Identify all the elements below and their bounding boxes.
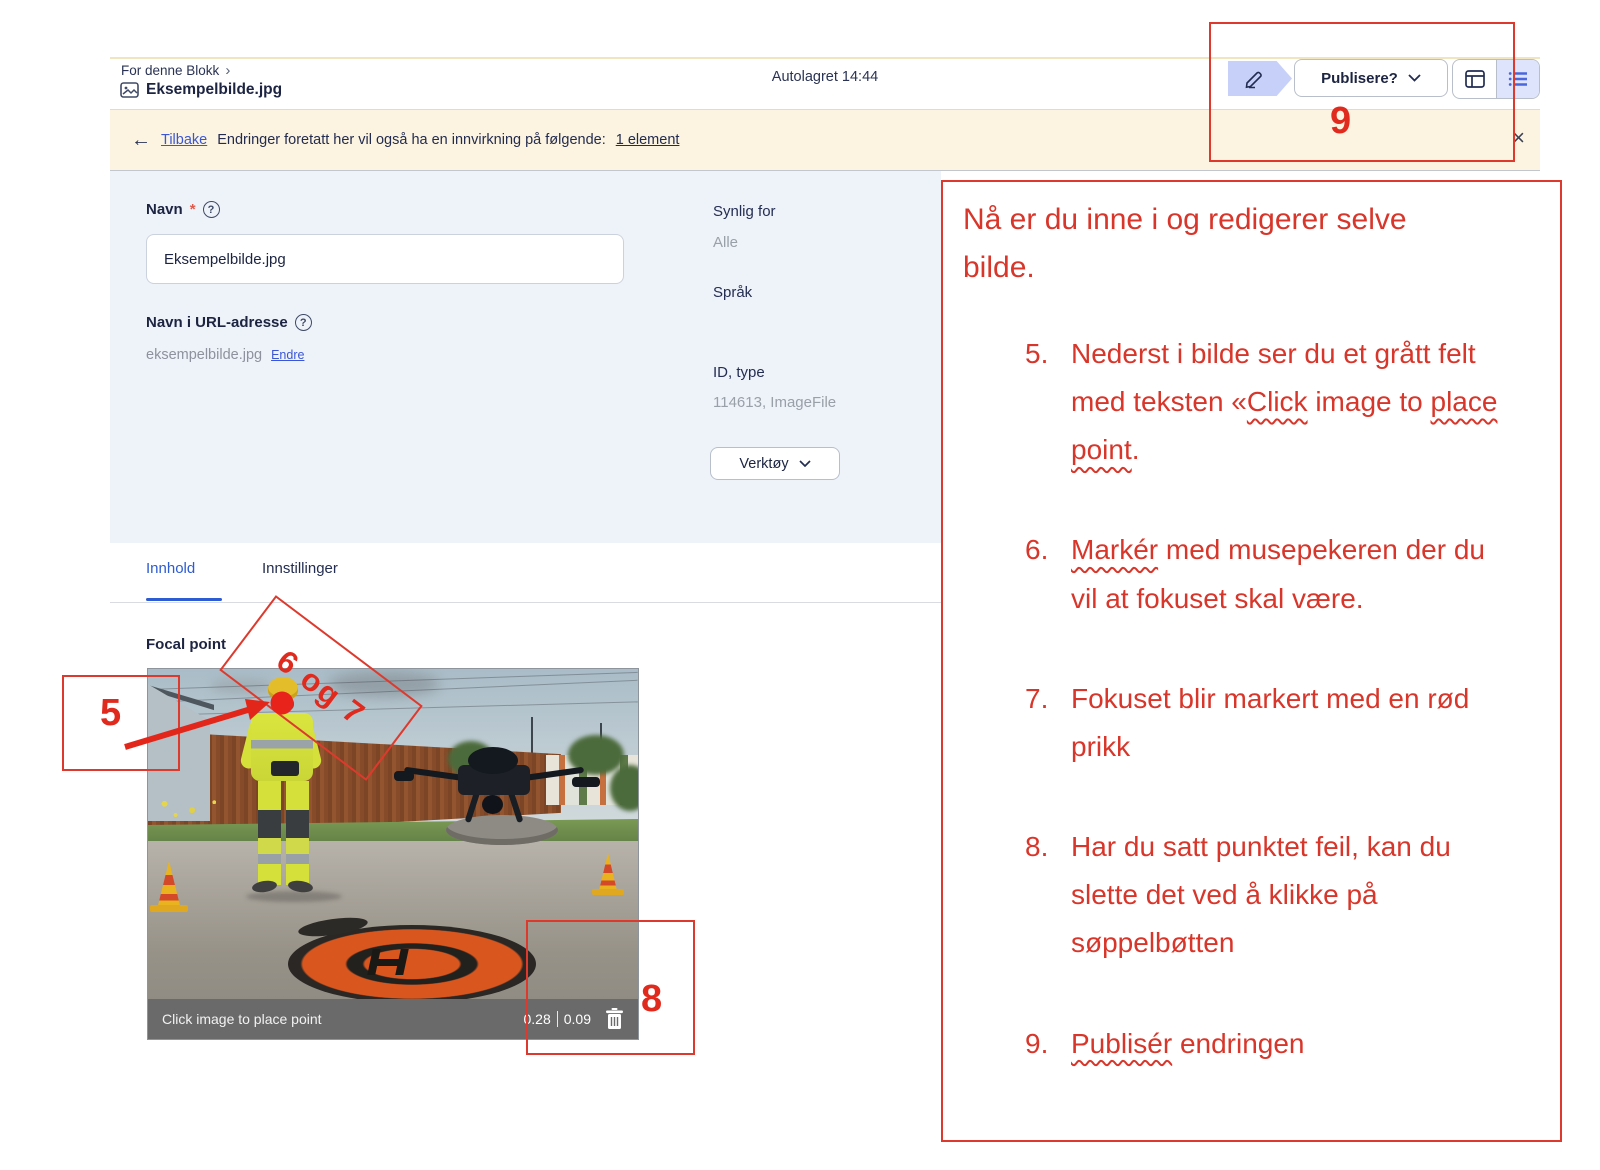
photo-flowers — [148, 791, 240, 823]
name-label: Navn — [146, 201, 183, 218]
back-link[interactable]: Tilbake — [161, 132, 207, 148]
visible-for-label: Synlig for — [713, 203, 776, 220]
annotation-number-9: 9 — [1330, 100, 1351, 143]
instruction-item: 7.Fokuset blir markert med en rød prikk — [963, 675, 1536, 771]
annotation-number-6-7: 6 og 7 — [270, 643, 373, 733]
drone-rotor — [394, 771, 414, 781]
instruction-item: 8.Har du satt punktet feil, kan du slett… — [963, 823, 1536, 967]
cone-base — [592, 889, 624, 895]
url-label-row: Navn i URL-adresse ? — [146, 314, 312, 331]
instruction-panel: Nå er du inne i og redigerer selve bilde… — [941, 180, 1562, 1142]
tab-settings[interactable]: Innstillinger — [262, 560, 338, 577]
instruction-list: 5.Nederst i bilde ser du et grått felt m… — [963, 330, 1536, 1068]
drone-gimbal — [482, 795, 503, 814]
language-label: Språk — [713, 284, 752, 301]
id-type-label: ID, type — [713, 364, 765, 381]
id-type-value: 114613, ImageFile — [713, 394, 836, 411]
tabs-divider — [110, 602, 941, 603]
help-icon[interactable]: ? — [295, 314, 312, 331]
name-input[interactable] — [146, 234, 624, 284]
person-leg — [258, 781, 281, 885]
drone-rotor — [572, 777, 600, 787]
notification-message: Endringer foretatt her vil også ha en in… — [217, 132, 606, 148]
drone-dome — [468, 747, 518, 774]
affected-elements-link[interactable]: 1 element — [616, 132, 680, 148]
person-leg — [286, 781, 309, 885]
name-label-row: Navn * ? — [146, 201, 220, 218]
required-mark: * — [190, 201, 196, 218]
url-value: eksempelbilde.jpg — [146, 347, 262, 363]
tab-content[interactable]: Innhold — [146, 560, 195, 577]
instruction-item: 5.Nederst i bilde ser du et grått felt m… — [963, 330, 1536, 474]
chevron-down-icon — [799, 460, 811, 467]
properties-panel: Navn * ? Navn i URL-adresse ? eksempelbi… — [110, 171, 941, 543]
url-edit-link[interactable]: Endre — [271, 348, 304, 362]
help-icon[interactable]: ? — [203, 201, 220, 218]
annotation-number-8: 8 — [641, 978, 662, 1021]
url-label: Navn i URL-adresse — [146, 314, 288, 331]
page: For denne Blokk › Eksempelbilde.jpg Auto… — [0, 0, 1600, 1170]
visible-for-value: Alle — [713, 234, 738, 251]
photo-rock — [446, 815, 558, 845]
instruction-item: 6.Markér med musepekeren der du vil at f… — [963, 526, 1536, 622]
focal-point-heading: Focal point — [146, 636, 226, 653]
pad-h-marking — [370, 949, 406, 975]
landing-pad — [288, 925, 536, 999]
person-controller — [271, 761, 299, 776]
active-tab-underline — [146, 598, 222, 601]
cone-base — [150, 905, 188, 912]
annotation-number-5: 5 — [100, 692, 121, 735]
annotation-box-9 — [1209, 22, 1515, 162]
placement-hint: Click image to place point — [162, 1011, 322, 1027]
annotation-box-8 — [526, 920, 695, 1055]
instruction-intro: Nå er du inne i og redigerer selve bilde… — [963, 196, 1463, 292]
back-arrow-icon[interactable]: ← — [131, 130, 151, 150]
person-shadow — [246, 891, 342, 902]
instruction-item: 9.Publisér endringen — [963, 1020, 1536, 1068]
tools-dropdown[interactable]: Verktøy — [710, 447, 840, 480]
tab-bar: Innhold Innstillinger — [110, 543, 941, 602]
tools-dropdown-label: Verktøy — [739, 456, 788, 472]
